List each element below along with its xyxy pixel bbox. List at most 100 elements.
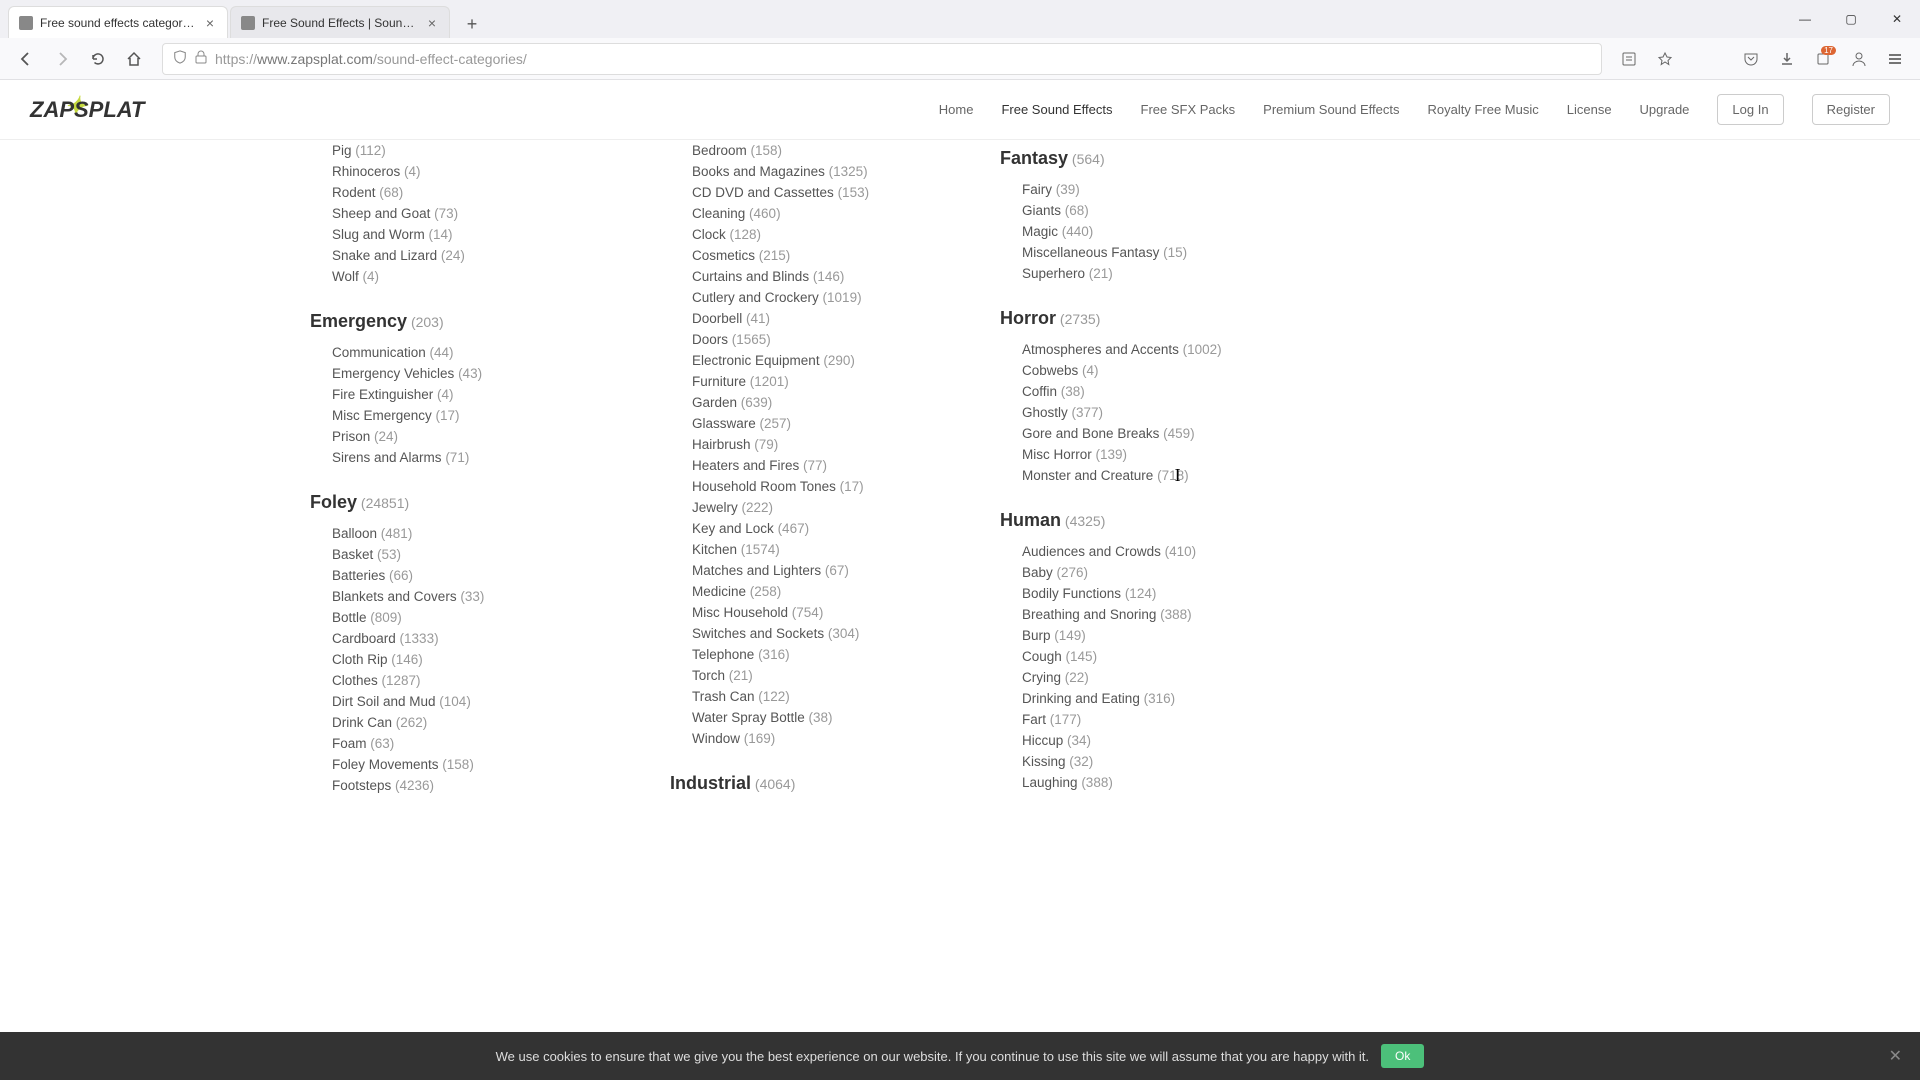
- category-link[interactable]: Coffin (38): [1022, 381, 1310, 402]
- category-heading[interactable]: Fantasy (564): [1000, 148, 1310, 169]
- category-link[interactable]: Cardboard (1333): [332, 628, 590, 649]
- category-link[interactable]: Communication (44): [332, 342, 590, 363]
- reload-button[interactable]: [82, 43, 114, 75]
- category-link[interactable]: Furniture (1201): [692, 371, 950, 392]
- nav-royalty-free[interactable]: Royalty Free Music: [1427, 102, 1538, 117]
- category-link[interactable]: Doors (1565): [692, 329, 950, 350]
- category-link[interactable]: Audiences and Crowds (410): [1022, 541, 1310, 562]
- minimize-button[interactable]: —: [1782, 3, 1828, 35]
- pocket-icon[interactable]: [1736, 44, 1766, 74]
- reader-icon[interactable]: [1614, 44, 1644, 74]
- category-heading[interactable]: Emergency (203): [310, 311, 590, 332]
- category-link[interactable]: Cloth Rip (146): [332, 649, 590, 670]
- category-link[interactable]: CD DVD and Cassettes (153): [692, 182, 950, 203]
- category-link[interactable]: Rhinoceros (4): [332, 161, 590, 182]
- nav-free-sfx-packs[interactable]: Free SFX Packs: [1141, 102, 1236, 117]
- category-link[interactable]: Burp (149): [1022, 625, 1310, 646]
- downloads-icon[interactable]: [1772, 44, 1802, 74]
- category-heading[interactable]: Foley (24851): [310, 492, 590, 513]
- browser-tab-inactive[interactable]: Free Sound Effects | SoundJay.c ×: [230, 6, 450, 38]
- category-link[interactable]: Basket (53): [332, 544, 590, 565]
- home-button[interactable]: [118, 43, 150, 75]
- forward-button[interactable]: [46, 43, 78, 75]
- extensions-icon[interactable]: 17: [1808, 44, 1838, 74]
- category-link[interactable]: Hiccup (34): [1022, 730, 1310, 751]
- close-icon[interactable]: ×: [203, 16, 217, 30]
- close-icon[interactable]: ×: [425, 16, 439, 30]
- category-link[interactable]: Giants (68): [1022, 200, 1310, 221]
- category-link[interactable]: Magic (440): [1022, 221, 1310, 242]
- site-logo[interactable]: ✦ ZAPSPLAT: [30, 97, 144, 123]
- category-link[interactable]: Miscellaneous Fantasy (15): [1022, 242, 1310, 263]
- category-link[interactable]: Atmospheres and Accents (1002): [1022, 339, 1310, 360]
- category-link[interactable]: Snake and Lizard (24): [332, 245, 590, 266]
- cookie-ok-button[interactable]: Ok: [1381, 1044, 1424, 1068]
- category-link[interactable]: Key and Lock (467): [692, 518, 950, 539]
- category-link[interactable]: Drink Can (262): [332, 712, 590, 733]
- category-heading[interactable]: Human (4325): [1000, 510, 1310, 531]
- category-link[interactable]: Bedroom (158): [692, 140, 950, 161]
- category-link[interactable]: Breathing and Snoring (388): [1022, 604, 1310, 625]
- login-button[interactable]: Log In: [1717, 94, 1783, 125]
- category-link[interactable]: Window (169): [692, 728, 950, 749]
- category-link[interactable]: Dirt Soil and Mud (104): [332, 691, 590, 712]
- maximize-button[interactable]: ▢: [1828, 3, 1874, 35]
- category-link[interactable]: Doorbell (41): [692, 308, 950, 329]
- category-link[interactable]: Switches and Sockets (304): [692, 623, 950, 644]
- category-link[interactable]: Misc Horror (139): [1022, 444, 1310, 465]
- category-link[interactable]: Ghostly (377): [1022, 402, 1310, 423]
- close-window-button[interactable]: ✕: [1874, 3, 1920, 35]
- category-link[interactable]: Sirens and Alarms (71): [332, 447, 590, 468]
- category-link[interactable]: Cough (145): [1022, 646, 1310, 667]
- nav-license[interactable]: License: [1567, 102, 1612, 117]
- category-link[interactable]: Household Room Tones (17): [692, 476, 950, 497]
- category-link[interactable]: Gore and Bone Breaks (459): [1022, 423, 1310, 444]
- category-heading[interactable]: Industrial (4064): [670, 773, 950, 794]
- category-link[interactable]: Heaters and Fires (77): [692, 455, 950, 476]
- category-link[interactable]: Hairbrush (79): [692, 434, 950, 455]
- category-link[interactable]: Water Spray Bottle (38): [692, 707, 950, 728]
- category-link[interactable]: Laughing (388): [1022, 772, 1310, 793]
- category-link[interactable]: Fire Extinguisher (4): [332, 384, 590, 405]
- category-link[interactable]: Balloon (481): [332, 523, 590, 544]
- category-link[interactable]: Fart (177): [1022, 709, 1310, 730]
- category-heading[interactable]: Horror (2735): [1000, 308, 1310, 329]
- category-link[interactable]: Superhero (21): [1022, 263, 1310, 284]
- category-link[interactable]: Wolf (4): [332, 266, 590, 287]
- nav-home[interactable]: Home: [939, 102, 974, 117]
- category-link[interactable]: Monster and Creature (718): [1022, 465, 1310, 486]
- category-link[interactable]: Crying (22): [1022, 667, 1310, 688]
- category-link[interactable]: Batteries (66): [332, 565, 590, 586]
- category-link[interactable]: Curtains and Blinds (146): [692, 266, 950, 287]
- menu-icon[interactable]: [1880, 44, 1910, 74]
- category-link[interactable]: Cosmetics (215): [692, 245, 950, 266]
- register-button[interactable]: Register: [1812, 94, 1890, 125]
- category-link[interactable]: Blankets and Covers (33): [332, 586, 590, 607]
- category-link[interactable]: Books and Magazines (1325): [692, 161, 950, 182]
- back-button[interactable]: [10, 43, 42, 75]
- category-link[interactable]: Clothes (1287): [332, 670, 590, 691]
- account-icon[interactable]: [1844, 44, 1874, 74]
- category-link[interactable]: Cutlery and Crockery (1019): [692, 287, 950, 308]
- address-bar[interactable]: https://www.zapsplat.com/sound-effect-ca…: [162, 43, 1602, 75]
- category-link[interactable]: Trash Can (122): [692, 686, 950, 707]
- category-link[interactable]: Medicine (258): [692, 581, 950, 602]
- category-link[interactable]: Baby (276): [1022, 562, 1310, 583]
- category-link[interactable]: Emergency Vehicles (43): [332, 363, 590, 384]
- nav-premium[interactable]: Premium Sound Effects: [1263, 102, 1399, 117]
- category-link[interactable]: Cleaning (460): [692, 203, 950, 224]
- category-link[interactable]: Sheep and Goat (73): [332, 203, 590, 224]
- shield-icon[interactable]: [173, 50, 187, 67]
- category-link[interactable]: Misc Household (754): [692, 602, 950, 623]
- category-link[interactable]: Matches and Lighters (67): [692, 560, 950, 581]
- new-tab-button[interactable]: +: [458, 10, 486, 38]
- category-link[interactable]: Foley Movements (158): [332, 754, 590, 775]
- category-link[interactable]: Electronic Equipment (290): [692, 350, 950, 371]
- category-link[interactable]: Slug and Worm (14): [332, 224, 590, 245]
- category-link[interactable]: Bottle (809): [332, 607, 590, 628]
- category-link[interactable]: Drinking and Eating (316): [1022, 688, 1310, 709]
- category-link[interactable]: Garden (639): [692, 392, 950, 413]
- browser-tab-active[interactable]: Free sound effects categories | ×: [8, 6, 228, 38]
- category-link[interactable]: Kitchen (1574): [692, 539, 950, 560]
- category-link[interactable]: Bodily Functions (124): [1022, 583, 1310, 604]
